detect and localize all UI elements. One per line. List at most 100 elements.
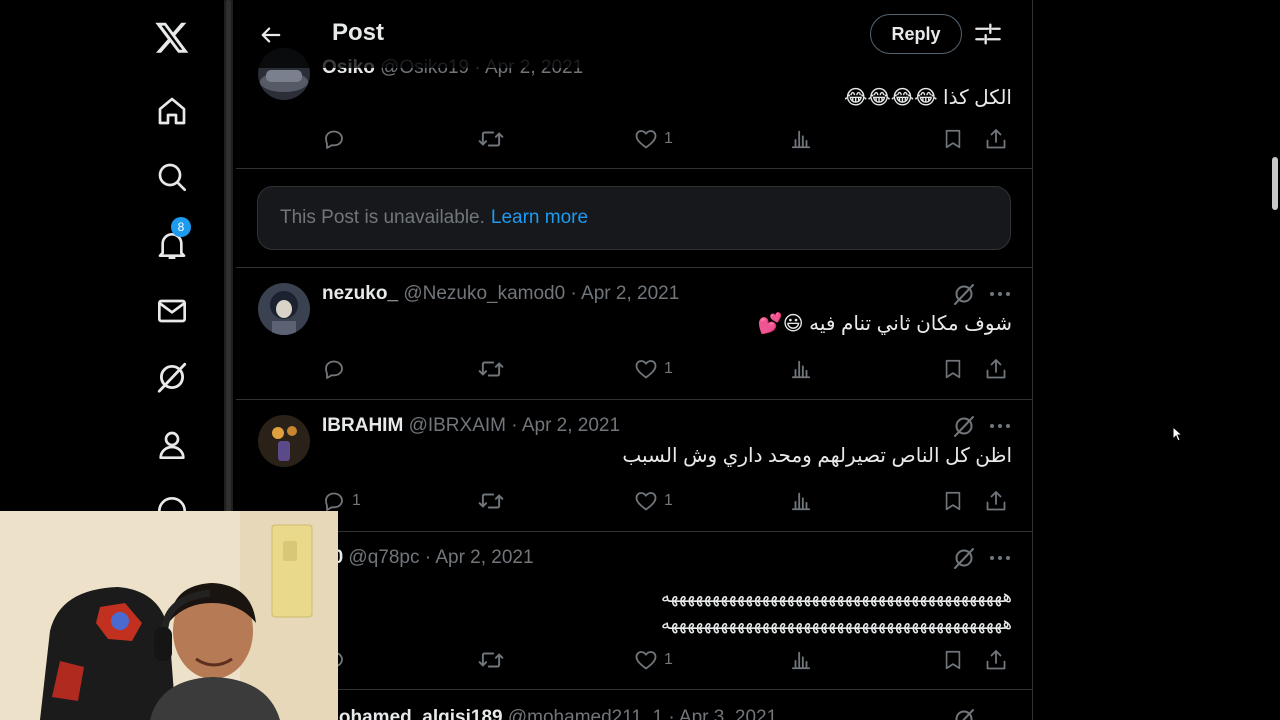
- x-logo-icon[interactable]: [140, 12, 204, 62]
- repost-action[interactable]: [478, 124, 504, 154]
- views-icon: [791, 130, 811, 149]
- post-text: شوف مكان ثاني تنام فيه 😃💕: [757, 313, 1012, 335]
- reply-post[interactable]: mohamed_alqisi189 @mohamed211_1 · Apr 3,…: [236, 689, 1032, 720]
- webcam-overlay: [0, 511, 338, 720]
- separator-dot: ·: [424, 547, 432, 568]
- post-text-line: هههههههههههههههههههههههههههههههههههههههه…: [660, 586, 1013, 606]
- views-icon: [791, 360, 811, 379]
- unavailable-text: This Post is unavailable.: [280, 207, 485, 228]
- repost-action[interactable]: [478, 486, 504, 516]
- author-handle[interactable]: @IBRXAIM: [409, 415, 506, 436]
- reply-button[interactable]: Reply: [870, 14, 962, 54]
- grok-icon[interactable]: [952, 282, 976, 306]
- reply-action[interactable]: [322, 354, 346, 384]
- repost-icon: [478, 131, 504, 147]
- share-action[interactable]: [984, 645, 1008, 675]
- reply-icon: [325, 492, 343, 511]
- views-icon: [791, 651, 811, 670]
- messages-icon[interactable]: [140, 286, 204, 336]
- reply-action[interactable]: [322, 124, 346, 154]
- post-text: الكل كذا 😂😂😂😂: [843, 87, 1012, 109]
- bookmark-icon: [945, 491, 961, 511]
- avatar[interactable]: [258, 283, 310, 335]
- author-name[interactable]: IBRAHIM: [322, 415, 403, 436]
- author-name[interactable]: nezuko_: [322, 283, 398, 304]
- share-icon: [986, 650, 1006, 670]
- bookmark-icon: [945, 359, 961, 379]
- separator-dot: ·: [668, 707, 675, 720]
- home-icon[interactable]: [140, 86, 204, 136]
- notification-badge: 8: [171, 217, 191, 237]
- share-action[interactable]: [984, 486, 1008, 516]
- share-action[interactable]: [984, 354, 1008, 384]
- heart-icon: [635, 651, 657, 670]
- views-action[interactable]: [790, 645, 812, 675]
- repost-icon: [478, 493, 504, 509]
- grok-icon[interactable]: [952, 707, 976, 720]
- like-action[interactable]: 1: [634, 486, 673, 516]
- views-action[interactable]: [790, 124, 812, 154]
- grok-icon[interactable]: [140, 352, 204, 402]
- avatar[interactable]: [258, 415, 310, 467]
- reply-post[interactable]: IBRAHIM @IBRXAIM · Apr 2, 2021 اظن كل ال…: [236, 399, 1032, 532]
- page-scrollbar[interactable]: [1270, 0, 1280, 720]
- like-action[interactable]: 1: [634, 645, 673, 675]
- separator-dot: ·: [570, 283, 577, 304]
- share-icon: [986, 491, 1006, 511]
- like-action[interactable]: 1: [634, 124, 673, 154]
- author-handle[interactable]: @Nezuko_kamod0: [403, 283, 565, 304]
- author-name[interactable]: mohamed_alqisi189: [322, 707, 503, 720]
- search-icon[interactable]: [140, 152, 204, 202]
- learn-more-link[interactable]: Learn more: [491, 207, 588, 229]
- grok-icon[interactable]: [952, 546, 976, 570]
- bookmark-action[interactable]: [942, 124, 964, 154]
- repost-action[interactable]: [478, 645, 504, 675]
- header: Post Reply: [236, 0, 1032, 68]
- post-text-line: هههههههههههههههههههههههههههههههههههههههه…: [660, 613, 1013, 633]
- like-count: 1: [664, 651, 673, 668]
- post-date[interactable]: Apr 2, 2021: [435, 547, 533, 568]
- bookmark-icon: [945, 129, 961, 149]
- adjust-settings-icon[interactable]: [974, 20, 1002, 48]
- grok-icon[interactable]: [952, 414, 976, 438]
- separator-dot: ·: [511, 415, 518, 436]
- more-options-icon[interactable]: [988, 415, 1012, 437]
- notifications-icon[interactable]: 8: [140, 217, 204, 270]
- mouse-cursor-icon: [1172, 426, 1184, 442]
- heart-icon: [635, 492, 657, 511]
- like-action[interactable]: 1: [634, 354, 673, 384]
- share-icon: [986, 359, 1006, 379]
- profile-icon[interactable]: [140, 420, 204, 470]
- reply-post[interactable]: 20 @q78pc · Apr 2, 2021 هههههههههههههههه…: [236, 531, 1032, 690]
- share-icon: [986, 129, 1006, 149]
- views-action[interactable]: [790, 354, 812, 384]
- repost-action[interactable]: [478, 354, 504, 384]
- heart-icon: [635, 360, 657, 379]
- main-column: Post Reply Osiko @Osiko19 · Apr 2, 2021 …: [236, 0, 1033, 720]
- bookmark-action[interactable]: [942, 486, 964, 516]
- post-date[interactable]: Apr 2, 2021: [581, 283, 679, 304]
- like-count: 1: [664, 130, 673, 147]
- more-options-icon[interactable]: [988, 283, 1012, 305]
- reply-icon: [325, 130, 343, 149]
- views-action[interactable]: [790, 486, 812, 516]
- back-arrow-icon[interactable]: [256, 20, 286, 50]
- heart-icon: [635, 130, 657, 149]
- views-icon: [791, 492, 811, 511]
- repost-icon: [478, 361, 504, 377]
- like-count: 1: [664, 360, 673, 377]
- post-text: اظن كل الناص تصيرلهم ومحد داري وش السبب: [622, 445, 1012, 467]
- unavailable-post-notice: This Post is unavailable. Learn more: [257, 186, 1011, 250]
- like-count: 1: [664, 492, 673, 509]
- more-options-icon[interactable]: [988, 547, 1012, 569]
- author-handle[interactable]: @q78pc: [348, 547, 419, 568]
- bookmark-icon: [945, 650, 961, 670]
- page-title: Post: [332, 19, 385, 46]
- bookmark-action[interactable]: [942, 354, 964, 384]
- bookmark-action[interactable]: [942, 645, 964, 675]
- share-action[interactable]: [984, 124, 1008, 154]
- author-handle[interactable]: @mohamed211_1: [508, 707, 663, 720]
- post-date[interactable]: Apr 3, 2021: [679, 707, 777, 720]
- reply-post[interactable]: nezuko_ @Nezuko_kamod0 · Apr 2, 2021 شوف…: [236, 267, 1032, 400]
- post-date[interactable]: Apr 2, 2021: [522, 415, 620, 436]
